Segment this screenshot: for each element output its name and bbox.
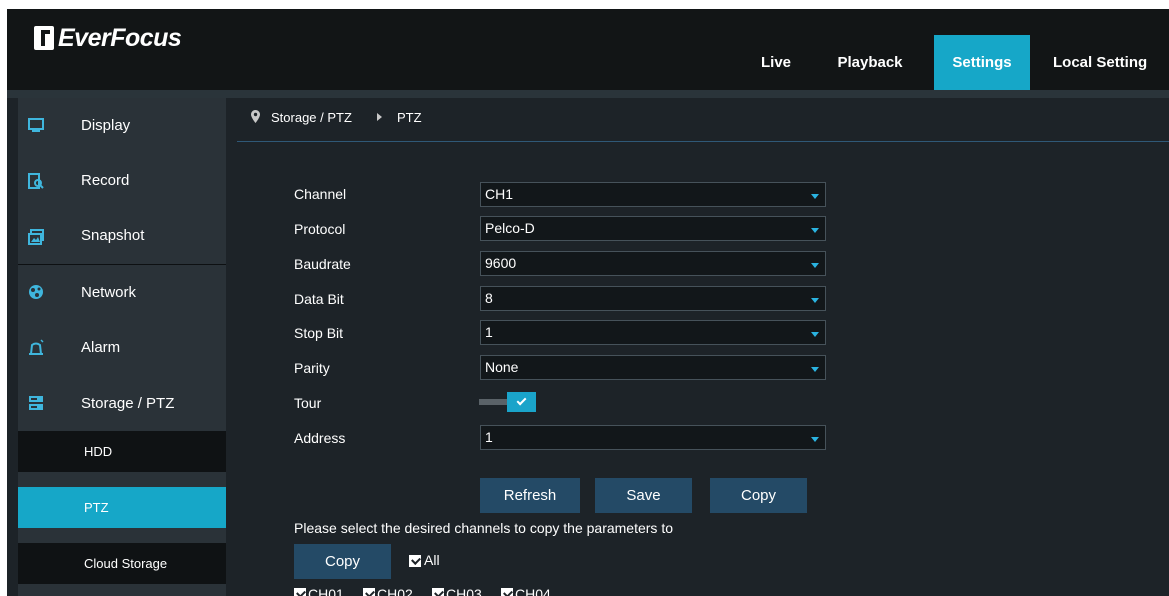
save-button[interactable]: Save: [595, 478, 692, 513]
sidebar-item-label: Storage / PTZ: [81, 395, 175, 412]
sidebar-item-snapshot[interactable]: Snapshot: [18, 208, 226, 263]
copy-button[interactable]: Copy: [710, 478, 807, 513]
chevron-down-icon: [811, 332, 819, 337]
alarm-icon: [29, 339, 44, 355]
sidebar-subitem-label: HDD: [84, 444, 113, 459]
sidebar-item-network[interactable]: Network: [18, 265, 226, 320]
copy-button-label: Copy: [740, 487, 777, 504]
sidebar-item-label: Network: [81, 284, 137, 301]
address-select[interactable]: 1: [480, 425, 826, 450]
nav-local-setting[interactable]: Local Setting: [1043, 35, 1169, 90]
channel-label: Channel: [294, 186, 347, 202]
all-channels-checkbox[interactable]: [409, 555, 421, 567]
tour-toggle[interactable]: [479, 392, 537, 412]
location-pin-icon: [251, 110, 260, 123]
copy-to-channels-button-label: Copy: [324, 553, 361, 570]
parity-label: Parity: [294, 360, 330, 376]
sidebar-item-alarm[interactable]: Alarm: [18, 320, 226, 375]
snapshot-icon: [28, 229, 44, 245]
network-icon: [29, 285, 43, 299]
nav-local-setting-label: Local Setting: [1053, 54, 1148, 71]
sidebar-subitem-hdd[interactable]: HDD: [18, 431, 226, 472]
protocol-label: Protocol: [294, 221, 346, 237]
toggle-knob: [507, 392, 536, 412]
ch03-label: CH03: [446, 586, 482, 596]
chevron-down-icon: [811, 367, 819, 372]
nav-live-label: Live: [760, 54, 791, 71]
app-window: EverFocus Live Playback Settings Local S…: [7, 9, 1169, 596]
toggle-track: [479, 399, 509, 405]
stop-bit-value: 1: [485, 324, 493, 340]
save-button-label: Save: [626, 487, 661, 504]
breadcrumb-page: PTZ: [397, 110, 422, 125]
brand-name: EverFocus: [58, 23, 182, 52]
breadcrumb: Storage / PTZ PTZ: [237, 98, 1169, 142]
stop-bit-select[interactable]: 1: [480, 320, 826, 345]
data-bit-value: 8: [485, 290, 493, 306]
chevron-down-icon: [811, 263, 819, 268]
all-channels-label: All: [424, 552, 440, 568]
channel-value: CH1: [485, 186, 514, 202]
sidebar-item-storage-ptz[interactable]: Storage / PTZ: [18, 376, 226, 431]
brand-logo: EverFocus: [34, 22, 182, 54]
baudrate-value: 9600: [485, 255, 517, 271]
nav-settings-label: Settings: [952, 54, 1012, 71]
sidebar-subitem-label: Cloud Storage: [84, 556, 168, 571]
protocol-value: Pelco-D: [485, 220, 535, 236]
logo-icon: [34, 26, 54, 50]
address-label: Address: [294, 430, 346, 446]
nav-playback[interactable]: Playback: [820, 35, 920, 90]
settings-sidebar: Display Record Snapshot Network Alarm St…: [18, 98, 226, 596]
storage-icon: [29, 396, 43, 410]
parity-select[interactable]: None: [480, 355, 826, 380]
ch01-label: CH01: [308, 586, 344, 596]
stop-bit-label: Stop Bit: [294, 325, 344, 341]
sidebar-item-label: Record: [81, 172, 130, 189]
sidebar-subitem-label: PTZ: [84, 500, 109, 515]
sidebar-subitem-ptz[interactable]: PTZ: [18, 487, 226, 528]
header-divider: [7, 90, 1169, 98]
ch02-label: CH02: [377, 586, 413, 596]
ptz-settings-panel: Storage / PTZ PTZ Channel CH1 Protocol P…: [237, 98, 1169, 596]
top-header: EverFocus Live Playback Settings Local S…: [7, 9, 1169, 90]
data-bit-select[interactable]: 8: [480, 286, 826, 311]
copy-to-channels-button[interactable]: Copy: [294, 544, 391, 579]
breadcrumb-arrow-icon: [377, 113, 382, 121]
sidebar-item-label: Alarm: [81, 339, 121, 356]
sidebar-item-label: Snapshot: [81, 227, 145, 244]
address-value: 1: [485, 429, 493, 445]
chevron-down-icon: [811, 194, 819, 199]
nav-settings[interactable]: Settings: [934, 35, 1030, 90]
protocol-select[interactable]: Pelco-D: [480, 216, 826, 241]
ch03-checkbox[interactable]: [432, 588, 444, 596]
baudrate-select[interactable]: 9600: [480, 251, 826, 276]
chevron-down-icon: [811, 298, 819, 303]
ch01-checkbox[interactable]: [294, 588, 306, 596]
ch02-checkbox[interactable]: [363, 588, 375, 596]
baudrate-label: Baudrate: [294, 256, 351, 272]
ch04-label: CH04: [515, 586, 551, 596]
ch04-checkbox[interactable]: [501, 588, 513, 596]
channel-select[interactable]: CH1: [480, 182, 826, 207]
copy-instruction: Please select the desired channels to co…: [294, 520, 673, 536]
parity-value: None: [485, 359, 519, 375]
nav-playback-label: Playback: [837, 54, 903, 71]
record-icon: [28, 173, 44, 189]
data-bit-label: Data Bit: [294, 291, 344, 307]
refresh-button[interactable]: Refresh: [480, 478, 580, 513]
display-icon: [28, 118, 44, 132]
sidebar-item-display[interactable]: Display: [18, 98, 226, 153]
sidebar-item-label: Display: [81, 117, 131, 134]
refresh-button-label: Refresh: [503, 487, 557, 504]
check-icon: [516, 395, 527, 406]
breadcrumb-section[interactable]: Storage / PTZ: [271, 110, 352, 125]
chevron-down-icon: [811, 437, 819, 442]
sidebar-item-record[interactable]: Record: [18, 153, 226, 208]
chevron-down-icon: [811, 228, 819, 233]
sidebar-subitem-cloud-storage[interactable]: Cloud Storage: [18, 543, 226, 584]
tour-label: Tour: [294, 395, 322, 411]
nav-live[interactable]: Live: [748, 35, 804, 90]
